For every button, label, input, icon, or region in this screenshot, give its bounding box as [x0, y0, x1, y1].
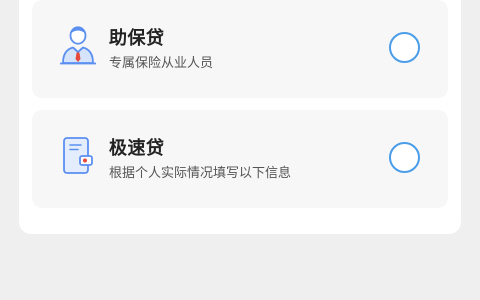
fast-loan-document-icon	[60, 135, 96, 177]
insurance-agent-icon	[59, 25, 97, 67]
loan-option-zhubaodai[interactable]: 助保贷 专属保险从业人员	[32, 0, 448, 98]
option-radio-button[interactable]	[389, 32, 420, 63]
loan-type-card: 助保贷 专属保险从业人员 极速贷 根据个人实际情况填写以下信息	[19, 0, 461, 234]
option-title: 极速贷	[109, 138, 165, 158]
loan-option-jisudai[interactable]: 极速贷 根据个人实际情况填写以下信息	[32, 110, 448, 208]
option-title: 助保贷	[109, 28, 165, 48]
option-subtitle: 专属保险从业人员	[109, 55, 214, 70]
option-subtitle: 根据个人实际情况填写以下信息	[109, 165, 292, 180]
option-radio-button[interactable]	[389, 142, 420, 173]
